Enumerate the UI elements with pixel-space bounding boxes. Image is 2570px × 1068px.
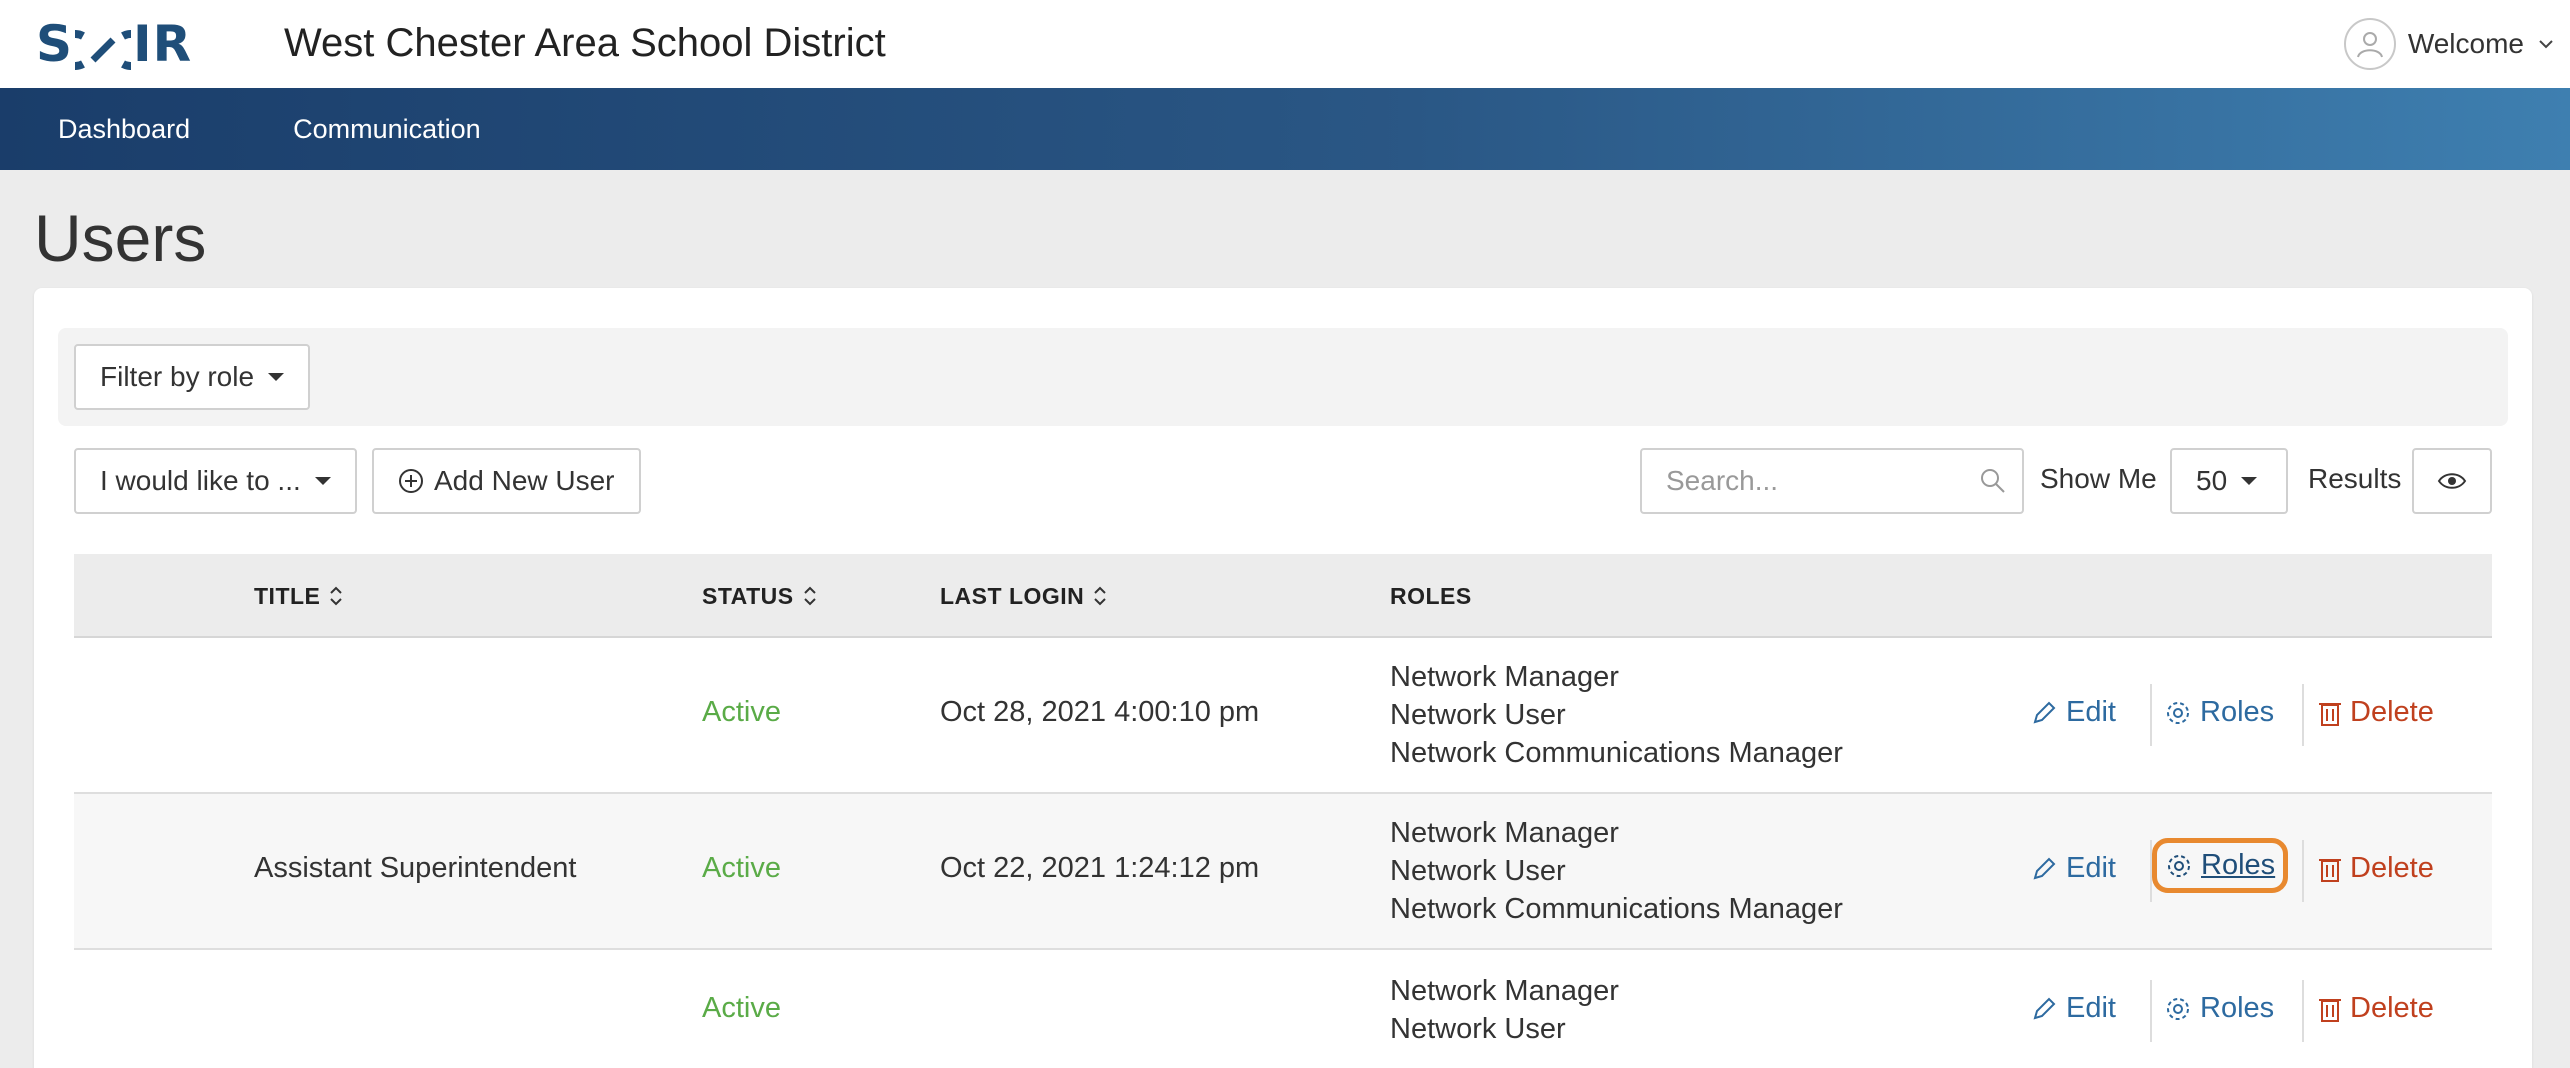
role-item: Network Communications Manager [1390,893,1843,925]
sort-icon [330,586,343,606]
add-new-user-button[interactable]: Add New User [372,448,641,514]
table-row: Active Network Manager Network User Edit… [74,950,2492,1068]
role-item: Network User [1390,1013,1566,1045]
row-status: Active [702,696,781,728]
table-row: Active Oct 28, 2021 4:00:10 pm Network M… [74,638,2492,794]
district-name: West Chester Area School District [284,21,886,65]
filter-by-role-dropdown[interactable]: Filter by role [74,344,311,410]
bulk-action-dropdown[interactable]: I would like to ... [74,448,357,514]
trash-icon [2319,702,2341,726]
filter-label: Filter by role [100,361,255,392]
trash-icon [2319,998,2341,1022]
search-input[interactable] [1642,450,1972,512]
role-item: Network Communications Manager [1390,737,1843,769]
page-size-dropdown[interactable]: 50 [2170,448,2288,514]
action-divider [2150,684,2152,746]
plus-circle-icon [399,469,423,493]
column-header-roles: ROLES [1390,583,1472,609]
welcome-label: Welcome [2407,28,2524,59]
row-roles: Network Manager Network User Network Com… [1390,814,1843,928]
gear-icon [2167,701,2189,724]
role-item: Network Manager [1390,975,1619,1007]
sort-icon [803,586,816,606]
column-header-title[interactable]: TITLE [254,554,344,638]
scoir-logo[interactable]: S IR [36,14,192,74]
row-status: Active [702,852,781,884]
action-divider [2150,980,2152,1042]
row-title: Assistant Superintendent [254,852,577,884]
caret-down-icon [314,477,331,485]
row-roles: Network Manager Network User [1390,972,1619,1048]
table-row: Assistant Superintendent Active Oct 22, … [74,794,2492,950]
bulk-action-label: I would like to ... [100,465,301,496]
page-title: Users [34,201,207,275]
main-nav: Dashboard Communication [0,88,2570,170]
role-item: Network Manager [1390,817,1619,849]
table-header: TITLE STATUS LAST LOGIN ROLES [74,554,2492,638]
action-divider [2302,684,2304,746]
roles-link[interactable]: Roles [2164,992,2274,1025]
delete-link[interactable]: Delete [2318,852,2434,885]
top-header: S IR West Chester Area School District We… [0,0,2570,88]
nav-communication[interactable]: Communication [235,88,539,170]
column-visibility-button[interactable] [2412,448,2492,514]
roles-link-highlighted[interactable]: Roles [2152,838,2289,893]
results-label: Results [2308,463,2402,494]
filter-panel: Filter by role [58,328,2508,426]
pencil-icon [2033,857,2056,879]
search-box [1640,448,2024,514]
caret-down-icon [2241,477,2258,485]
page-size-value: 50 [2196,465,2228,496]
trash-icon [2319,858,2341,882]
logo-ring-icon [55,24,151,70]
sort-icon [1094,586,1106,606]
users-card: Filter by role I would like to ... Add N… [34,288,2532,1068]
row-status: Active [702,992,781,1024]
column-header-last-login[interactable]: LAST LOGIN [940,554,1108,638]
row-last-login: Oct 28, 2021 4:00:10 pm [940,696,1260,728]
nav-dashboard[interactable]: Dashboard [0,88,235,170]
user-avatar-icon [2343,18,2396,70]
role-item: Network User [1390,699,1566,731]
column-header-status[interactable]: STATUS [702,554,818,638]
row-last-login: Oct 22, 2021 1:24:12 pm [940,852,1260,884]
pencil-icon [2033,997,2056,1019]
show-me-label: Show Me [2040,463,2157,494]
edit-link[interactable]: Edit [2030,696,2116,729]
row-roles: Network Manager Network User Network Com… [1390,658,1843,772]
role-item: Network Manager [1390,661,1619,693]
roles-link[interactable]: Roles [2164,696,2274,729]
caret-down-icon [268,373,285,381]
edit-link[interactable]: Edit [2030,852,2116,885]
gear-icon [2167,997,2189,1020]
action-divider [2302,980,2304,1042]
edit-link[interactable]: Edit [2030,992,2116,1025]
gear-icon [2168,854,2190,877]
delete-link[interactable]: Delete [2318,696,2434,729]
chevron-down-icon [2539,40,2553,49]
action-divider [2302,840,2304,902]
pencil-icon [2033,701,2056,723]
role-item: Network User [1390,855,1566,887]
add-user-label: Add New User [434,465,615,496]
user-menu[interactable]: Welcome [2343,16,2556,72]
eye-icon [2437,473,2467,489]
delete-link[interactable]: Delete [2318,992,2434,1025]
search-icon [1981,469,2005,493]
